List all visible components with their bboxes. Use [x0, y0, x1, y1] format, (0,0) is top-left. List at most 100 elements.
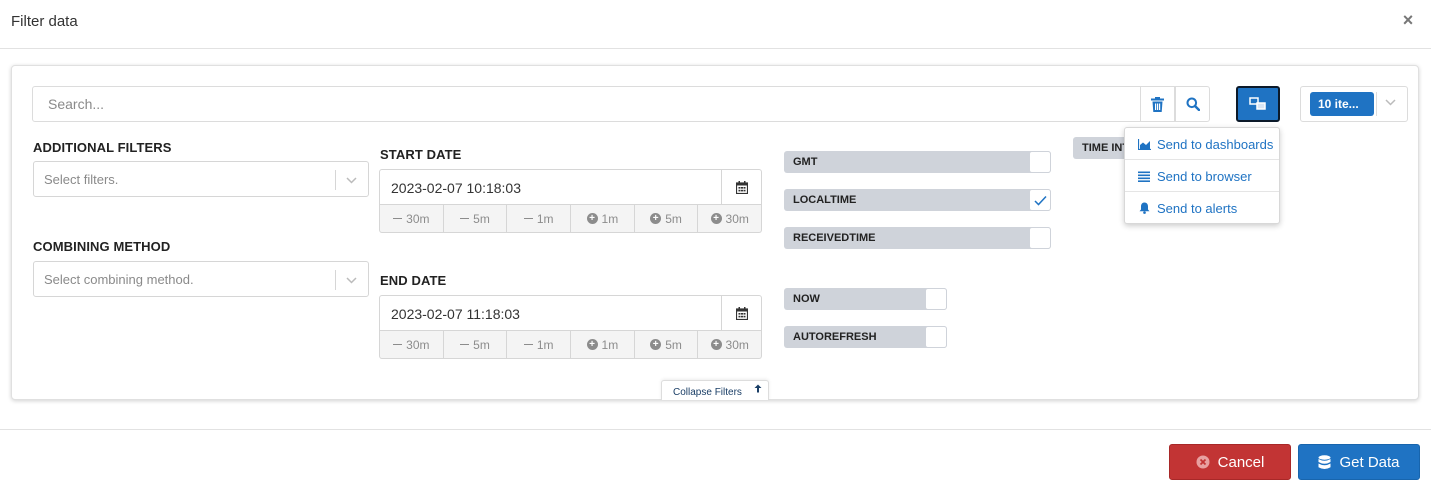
start-minus-1m-button[interactable]: 1m — [507, 205, 572, 232]
cancel-circle-icon — [1196, 455, 1210, 469]
offset-label: 5m — [665, 337, 682, 352]
now-toggle[interactable]: NOW — [784, 288, 947, 310]
select-separator — [335, 270, 336, 290]
close-icon[interactable]: × — [1398, 9, 1418, 31]
plus-circle-icon: + — [586, 213, 598, 224]
start-minus-30m-button[interactable]: 30m — [380, 205, 444, 232]
send-to-button[interactable] — [1236, 86, 1280, 122]
arrow-up-icon — [754, 384, 762, 393]
collapse-filters-button[interactable]: Collapse Filters — [661, 380, 769, 400]
start-date-input[interactable]: 2023-02-07 10:18:03 — [379, 169, 762, 205]
cancel-button[interactable]: Cancel — [1169, 444, 1291, 480]
end-date-label: END DATE — [380, 273, 447, 288]
gmt-toggle[interactable]: GMT — [784, 151, 1051, 173]
list-icon — [1137, 171, 1151, 182]
combining-method-label: COMBINING METHOD — [33, 239, 171, 254]
additional-filters-label: ADDITIONAL FILTERS — [33, 140, 172, 155]
minus-icon — [393, 218, 403, 219]
chevron-down-icon[interactable] — [345, 174, 358, 187]
plus-circle-icon: + — [710, 339, 722, 350]
collapse-filters-label: Collapse Filters — [673, 387, 742, 398]
start-plus-1m-button[interactable]: +1m — [571, 205, 635, 232]
start-date-offsets: 30m 5m 1m +1m +5m +30m — [379, 205, 762, 233]
search-input[interactable] — [32, 86, 1141, 122]
autorefresh-toggle[interactable]: AUTOREFRESH — [784, 326, 947, 348]
toggle-label: GMT — [793, 156, 818, 168]
toggle-label: LOCALTIME — [793, 194, 857, 206]
calendar-icon — [736, 306, 748, 320]
modal-title: Filter data — [11, 13, 78, 30]
end-plus-1m-button[interactable]: +1m — [571, 331, 635, 358]
end-date-input[interactable]: 2023-02-07 11:18:03 — [379, 295, 762, 331]
offset-label: 5m — [473, 211, 490, 226]
combining-method-placeholder: Select combining method. — [44, 272, 194, 287]
receivedtime-toggle[interactable]: RECEIVEDTIME — [784, 227, 1051, 249]
toggle-label: NOW — [793, 293, 820, 305]
clear-search-button[interactable] — [1140, 86, 1175, 122]
minus-icon — [460, 218, 470, 219]
menu-item-label: Send to alerts — [1157, 200, 1238, 216]
additional-filters-select[interactable]: Select filters. — [33, 161, 369, 197]
end-date-offsets: 30m 5m 1m +1m +5m +30m — [379, 331, 762, 359]
trash-icon — [1151, 96, 1164, 112]
toggle-knob — [1029, 189, 1051, 211]
localtime-toggle[interactable]: LOCALTIME — [784, 189, 1051, 211]
send-to-dashboards-item[interactable]: Send to dashboards — [1125, 128, 1279, 160]
get-data-button[interactable]: Get Data — [1298, 444, 1420, 480]
select-separator — [335, 170, 336, 190]
chevron-down-icon[interactable] — [1384, 96, 1397, 109]
start-plus-5m-button[interactable]: +5m — [635, 205, 699, 232]
additional-filters-placeholder: Select filters. — [44, 172, 119, 187]
plus-circle-icon: + — [586, 339, 598, 350]
toggle-knob — [925, 326, 947, 348]
start-minus-5m-button[interactable]: 5m — [444, 205, 508, 232]
start-date-value: 2023-02-07 10:18:03 — [391, 180, 521, 196]
send-to-browser-item[interactable]: Send to browser — [1125, 160, 1279, 192]
database-icon — [1318, 454, 1331, 470]
plus-circle-icon: + — [710, 213, 722, 224]
toggle-knob — [1029, 227, 1051, 249]
chevron-down-icon[interactable] — [345, 274, 358, 287]
offset-label: 30m — [725, 211, 749, 226]
end-plus-5m-button[interactable]: +5m — [635, 331, 699, 358]
bell-icon — [1137, 202, 1151, 214]
offset-label: 1m — [601, 211, 619, 226]
area-chart-icon — [1137, 138, 1151, 150]
minus-icon — [523, 344, 533, 345]
start-date-label: START DATE — [380, 147, 462, 162]
items-per-page-value: 10 ite... — [1310, 92, 1374, 116]
toggle-knob — [925, 288, 947, 310]
offset-label: 1m — [601, 337, 619, 352]
offset-label: 1m — [536, 211, 554, 226]
offset-label: 30m — [406, 211, 430, 226]
end-plus-30m-button[interactable]: +30m — [698, 331, 761, 358]
combining-method-select[interactable]: Select combining method. — [33, 261, 369, 297]
offset-label: 30m — [406, 337, 430, 352]
start-date-calendar-button[interactable] — [721, 169, 762, 205]
start-plus-30m-button[interactable]: +30m — [698, 205, 761, 232]
calendar-icon — [736, 180, 748, 194]
offset-label: 30m — [725, 337, 749, 352]
plus-circle-icon: + — [650, 339, 662, 350]
send-icon — [1249, 97, 1266, 110]
end-minus-5m-button[interactable]: 5m — [444, 331, 508, 358]
minus-icon — [523, 218, 533, 219]
toggle-label: RECEIVEDTIME — [793, 232, 876, 244]
offset-label: 5m — [473, 337, 490, 352]
end-date-calendar-button[interactable] — [721, 295, 762, 331]
minus-icon — [460, 344, 470, 345]
end-date-value: 2023-02-07 11:18:03 — [391, 306, 520, 322]
offset-label: 1m — [536, 337, 554, 352]
end-minus-1m-button[interactable]: 1m — [507, 331, 572, 358]
offset-label: 5m — [665, 211, 682, 226]
header-divider — [0, 48, 1431, 49]
menu-item-label: Send to dashboards — [1157, 136, 1274, 152]
cancel-label: Cancel — [1217, 453, 1265, 471]
send-to-alerts-item[interactable]: Send to alerts — [1125, 192, 1279, 224]
search-button[interactable] — [1175, 86, 1210, 122]
menu-item-label: Send to browser — [1157, 168, 1252, 184]
plus-circle-icon: + — [650, 213, 662, 224]
end-minus-30m-button[interactable]: 30m — [380, 331, 444, 358]
footer-divider — [0, 429, 1431, 430]
check-icon — [1033, 195, 1047, 206]
